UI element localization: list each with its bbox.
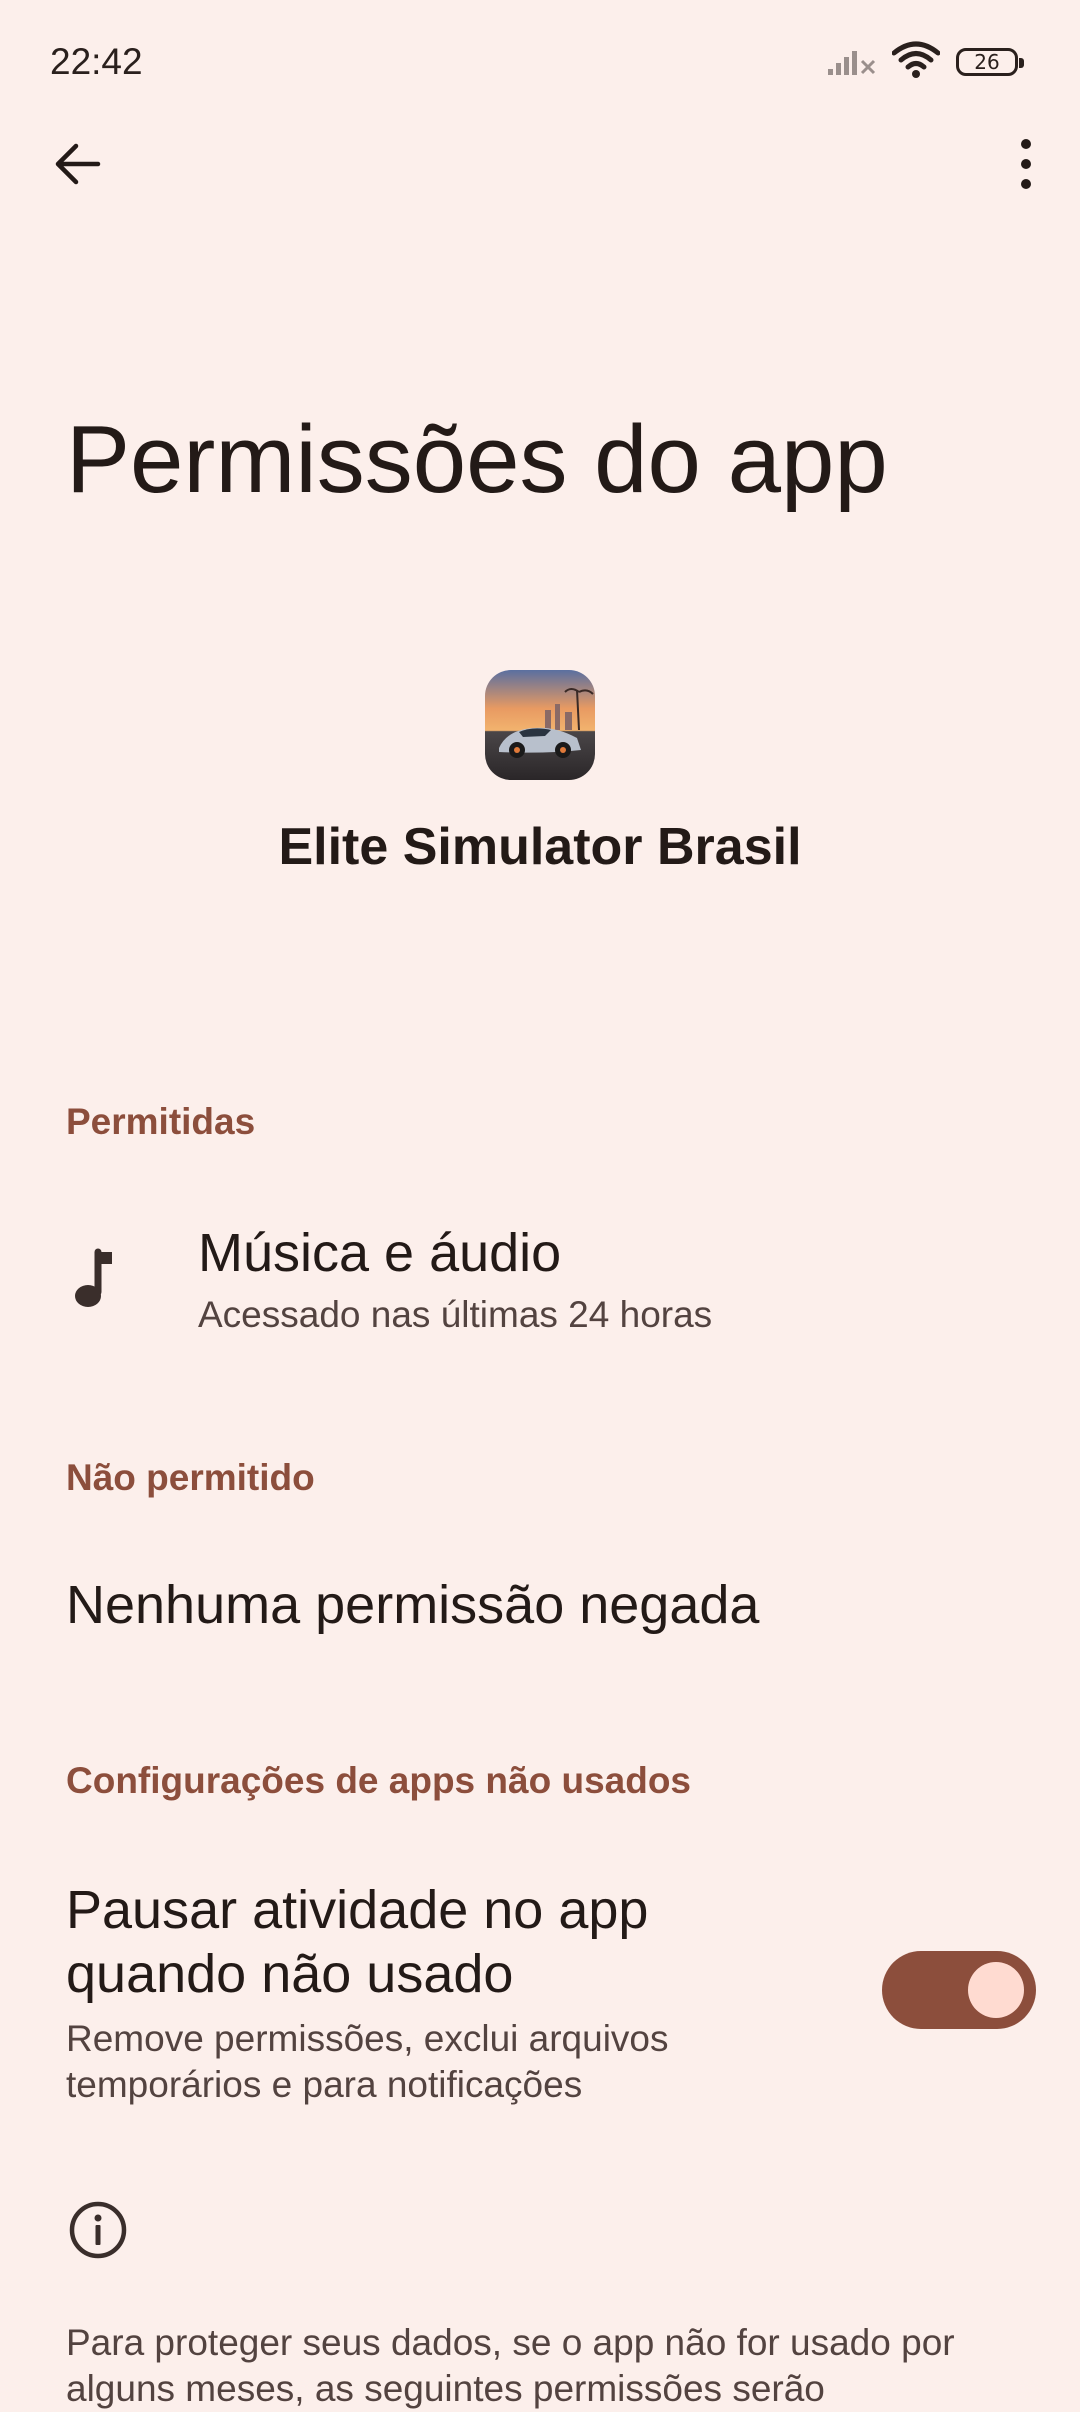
wifi-icon [891, 41, 941, 84]
toggle-thumb [968, 1962, 1024, 2018]
no-denied-permissions-text: Nenhuma permissão negada [66, 1575, 760, 1635]
permission-subtitle: Acessado nas últimas 24 horas [198, 1294, 713, 1335]
info-icon [66, 2198, 130, 2262]
pause-app-activity-subtitle: Remove permissões, exclui arquivos tempo… [66, 2018, 669, 2105]
more-options-button[interactable] [988, 128, 1064, 204]
unused-apps-footer-text: Para proteger seus dados, se o app não f… [66, 2322, 955, 2409]
music-note-icon [72, 1248, 124, 1312]
back-button[interactable] [40, 128, 116, 204]
app-name: Elite Simulator Brasil [278, 818, 802, 876]
pause-app-activity-toggle[interactable] [882, 1951, 1036, 2029]
permission-title: Música e áudio [198, 1223, 562, 1283]
more-vert-icon [1018, 138, 1034, 195]
permission-item-music-audio[interactable]: Música e áudio Acessado nas últimas 24 h… [0, 1200, 1080, 1360]
pause-app-activity-row[interactable]: Pausar atividade no app quando não usado… [0, 1872, 1080, 2112]
battery-icon: 26 [956, 48, 1024, 76]
section-header-allowed: Permitidas [66, 1101, 256, 1142]
app-icon [485, 670, 595, 780]
status-time: 22:42 [50, 41, 143, 82]
signal-off-icon [826, 43, 876, 82]
pause-app-activity-title: Pausar atividade no app quando não usado [66, 1880, 649, 2004]
section-header-denied: Não permitido [66, 1457, 315, 1498]
section-header-unused-apps: Configurações de apps não usados [66, 1760, 692, 1801]
status-icons: 26 [826, 40, 1024, 84]
battery-level: 26 [974, 50, 1000, 74]
page-title: Permissões do app [66, 406, 888, 513]
arrow-back-icon [54, 140, 102, 193]
